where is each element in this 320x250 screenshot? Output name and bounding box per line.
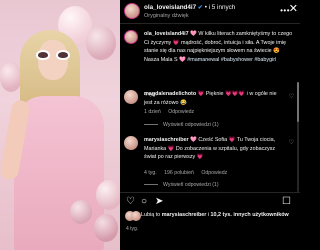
- verified-icon: ✔: [197, 5, 203, 11]
- caption-hashtags[interactable]: #mamanewal #babyshower #babygirl: [187, 57, 276, 63]
- heart-sunglasses: [36, 50, 70, 60]
- likes-summary: Lubią to marysiaschreiber i 10,2 tys. in…: [120, 210, 300, 224]
- likes-text: Lubią to marysiaschreiber i 10,2 tys. in…: [141, 212, 289, 218]
- comment-meta: 4 tyg. 196 polubień Odpowiedz: [144, 170, 233, 176]
- reply-button[interactable]: Odpowiedz: [201, 170, 227, 176]
- avatar[interactable]: [124, 136, 138, 150]
- view-replies-button[interactable]: Wyświetl odpowiedzi (1): [144, 122, 219, 128]
- header-user-line: ola_loveisland4i7 ✔ • i 5 innych: [144, 4, 235, 11]
- post-age: 4 tyg.: [126, 226, 139, 232]
- comment-text: magdalenadelichoto 💗 Pięknie 💗💗💗 i w ogó…: [144, 90, 284, 107]
- avatar[interactable]: [124, 90, 138, 104]
- comments-scrollbar[interactable]: [297, 82, 299, 192]
- avatar[interactable]: [124, 30, 138, 44]
- heart-icon[interactable]: ♡: [126, 197, 135, 207]
- comment-age: 4 tyg.: [144, 170, 157, 176]
- comment-username[interactable]: marysiaschreiber: [144, 137, 189, 143]
- balloon: [70, 200, 92, 224]
- comment-likes[interactable]: 196 polubień: [164, 170, 194, 176]
- avatar[interactable]: [124, 3, 140, 19]
- likes-user[interactable]: marysiaschreiber: [162, 212, 207, 218]
- comment-meta: 1 dzień Odpowiedz: [144, 109, 200, 115]
- share-icon[interactable]: ➤: [155, 197, 163, 207]
- caption-text: ola_loveisland4i7 🩷 W kilku literach zam…: [144, 30, 294, 64]
- post-photo: [0, 0, 120, 250]
- view-replies-button[interactable]: Wyświetl odpowiedzi (1): [144, 182, 219, 188]
- balloon: [94, 214, 118, 242]
- post-header: ola_loveisland4i7 ✔ • i 5 innych Orygina…: [120, 0, 300, 24]
- like-comment-icon[interactable]: ♡: [289, 93, 294, 100]
- header-username[interactable]: ola_loveisland4i7: [144, 4, 196, 11]
- balloon: [0, 62, 22, 92]
- balloon: [86, 26, 116, 60]
- more-dots-icon[interactable]: •••: [280, 6, 290, 15]
- header-collaborators[interactable]: • i 5 innych: [205, 4, 236, 11]
- comment-icon[interactable]: ○: [141, 197, 147, 207]
- comment-text: marysiaschreiber 🩷 Cześć Sofia 💗 Tu Twoj…: [144, 136, 284, 162]
- avatar: [131, 211, 141, 221]
- audio-label[interactable]: Oryginalny dźwięk: [144, 13, 189, 19]
- like-comment-icon[interactable]: ♡: [289, 139, 294, 146]
- comment-username[interactable]: magdalenadelichoto: [144, 91, 196, 97]
- action-bar: ♡ ○ ➤ ☐: [120, 192, 300, 210]
- comment-age: 1 dzień: [144, 109, 161, 115]
- bookmark-icon[interactable]: ☐: [282, 197, 291, 207]
- balloon: [96, 180, 120, 210]
- woman-face: [38, 40, 68, 80]
- reply-button[interactable]: Odpowiedz: [168, 109, 194, 115]
- caption-username[interactable]: ola_loveisland4i7: [144, 31, 189, 37]
- post-panel: ✕ ola_loveisland4i7 ✔ • i 5 innych Orygi…: [120, 0, 300, 250]
- likes-others[interactable]: 10,2 tys. innych użytkowników: [211, 212, 289, 218]
